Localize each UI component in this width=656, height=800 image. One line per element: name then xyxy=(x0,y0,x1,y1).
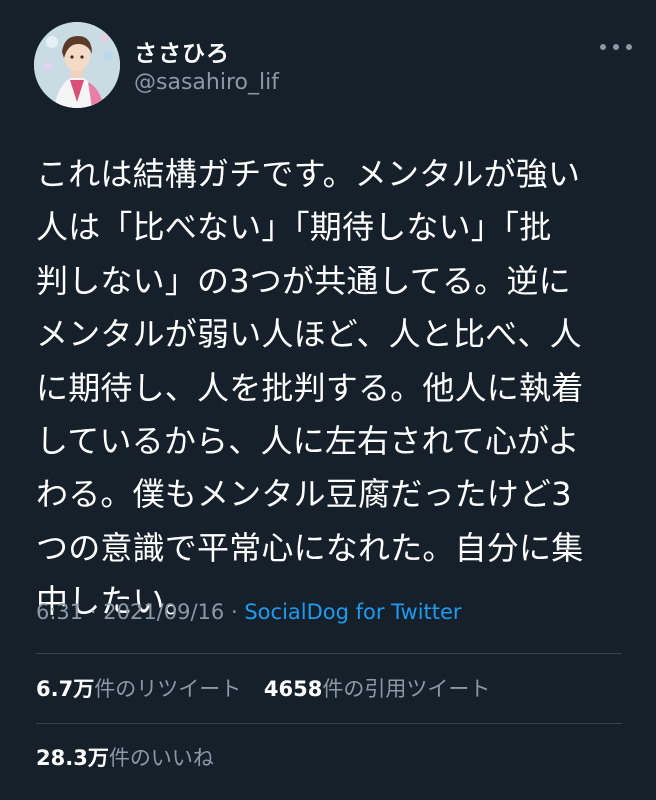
quotes-stat[interactable]: 4658件の引用ツイート xyxy=(264,677,490,701)
stats-row-likes: 28.3万件のいいね xyxy=(36,742,230,772)
more-horizontal-icon[interactable] xyxy=(600,42,632,52)
tweet-date[interactable]: 2021/09/16 xyxy=(103,600,224,624)
tweet-source-link[interactable]: SocialDog for Twitter xyxy=(244,600,461,624)
meta-separator: · xyxy=(230,600,238,624)
divider xyxy=(36,653,622,654)
likes-label: 件のいいね xyxy=(108,746,214,770)
avatar-illustration-icon xyxy=(34,22,120,108)
tweet-meta: 6:31 · 2021/09/16 · SocialDog for Twitte… xyxy=(36,600,462,624)
tweet-header: ささひろ @sasahiro_lif xyxy=(34,22,632,112)
tweet-time[interactable]: 6:31 xyxy=(36,600,83,624)
avatar[interactable] xyxy=(34,22,120,108)
retweets-label: 件のリツイート xyxy=(94,677,242,701)
quotes-count: 4658 xyxy=(263,677,323,701)
divider xyxy=(36,723,622,724)
likes-stat[interactable]: 28.3万件のいいね xyxy=(36,746,214,770)
quotes-label: 件の引用ツイート xyxy=(322,677,491,701)
retweets-stat[interactable]: 6.7万件のリツイート xyxy=(36,677,241,701)
tweet-text: これは結構ガチです。メンタルが強い 人は「比べない」「期待しない」「批 判しない… xyxy=(36,155,584,621)
meta-separator: · xyxy=(89,600,97,624)
stats-row-retweets: 6.7万件のリツイート 4658件の引用ツイート xyxy=(36,673,506,703)
tweet-detail: ささひろ @sasahiro_lif これは結構ガチです。メンタルが強い 人は「… xyxy=(0,0,656,800)
likes-count: 28.3万 xyxy=(36,746,109,770)
retweets-count: 6.7万 xyxy=(36,677,95,701)
author-handle[interactable]: @sasahiro_lif xyxy=(134,70,279,95)
author-name[interactable]: ささひろ xyxy=(134,34,230,68)
